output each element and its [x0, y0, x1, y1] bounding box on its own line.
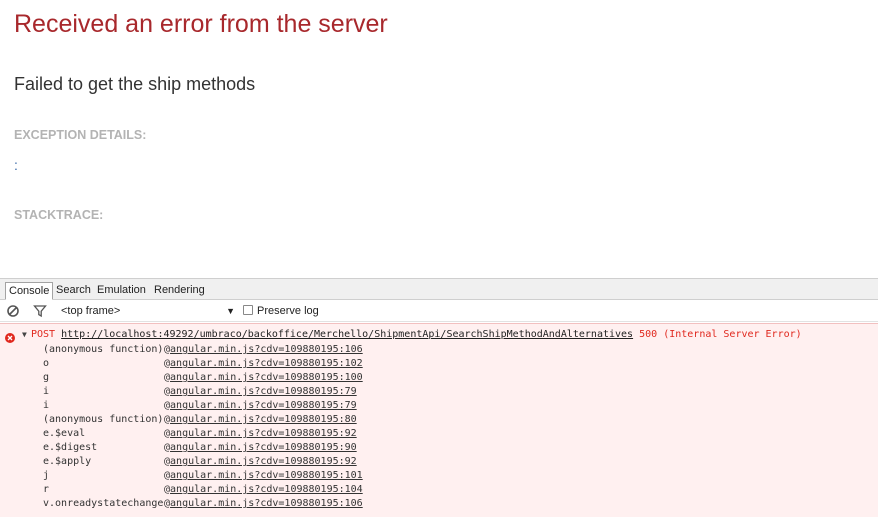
trace-location: @angular.min.js?cdv=109880195:100: [164, 372, 363, 383]
trace-row: r @angular.min.js?cdv=109880195:104: [0, 483, 878, 497]
trace-row: i @angular.min.js?cdv=109880195:79: [0, 399, 878, 413]
preserve-log-label[interactable]: Preserve log: [257, 304, 319, 318]
trace-function: (anonymous function): [43, 414, 164, 425]
dropdown-arrow-icon: ▼: [226, 306, 235, 316]
trace-row: e.$digest @angular.min.js?cdv=109880195:9…: [0, 441, 878, 455]
trace-function: o: [43, 358, 50, 369]
error-message: Failed to get the ship methods: [14, 74, 256, 94]
trace-location: @angular.min.js?cdv=109880195:101: [164, 470, 363, 481]
stacktrace-label: STACKTRACE:: [14, 208, 104, 222]
trace-location-link[interactable]: angular.min.js?cdv=109880195:79: [170, 386, 357, 397]
trace-location-link[interactable]: angular.min.js?cdv=109880195:90: [170, 442, 357, 453]
trace-location: @angular.min.js?cdv=109880195:92: [164, 428, 357, 439]
trace-location-link[interactable]: angular.min.js?cdv=109880195:92: [170, 456, 357, 467]
exception-details-value: :: [14, 157, 18, 173]
request-url-link[interactable]: http://localhost:49292/umbraco/backoffic…: [61, 329, 633, 340]
trace-location-link[interactable]: angular.min.js?cdv=109880195:102: [170, 358, 363, 369]
tab-console[interactable]: Console: [5, 282, 54, 300]
filter-icon[interactable]: [33, 304, 47, 318]
clear-console-icon[interactable]: [6, 304, 20, 318]
console-error-text: POST http://localhost:49292/umbraco/back…: [31, 328, 802, 342]
frame-select-value: <top frame>: [61, 305, 121, 317]
trace-location: @angular.min.js?cdv=109880195:106: [164, 498, 363, 509]
trace-location: @angular.min.js?cdv=109880195:92: [164, 456, 357, 467]
trace-function: r: [43, 484, 50, 495]
trace-function: e.$eval: [43, 428, 86, 439]
trace-location-link[interactable]: angular.min.js?cdv=109880195:106: [170, 344, 363, 355]
trace-function: i: [43, 386, 50, 397]
devtools-panel: Console Search Emulation Rendering <top …: [0, 278, 878, 517]
trace-location: @angular.min.js?cdv=109880195:106: [164, 344, 363, 355]
trace-location: @angular.min.js?cdv=109880195:102: [164, 358, 363, 369]
trace-row: e.$eval @angular.min.js?cdv=109880195:92: [0, 427, 878, 441]
expand-triangle-icon[interactable]: ▼: [22, 328, 27, 342]
trace-location-link[interactable]: angular.min.js?cdv=109880195:79: [170, 400, 357, 411]
tab-rendering[interactable]: Rendering: [151, 282, 208, 300]
trace-location: @angular.min.js?cdv=109880195:79: [164, 400, 357, 411]
console-toolbar: <top frame> ▼ Preserve log: [0, 300, 878, 322]
console-output: ▼ POST http://localhost:49292/umbraco/ba…: [0, 323, 878, 517]
trace-row: g @angular.min.js?cdv=109880195:100: [0, 371, 878, 385]
preserve-log-checkbox[interactable]: [243, 305, 253, 315]
trace-function: e.$digest: [43, 442, 98, 453]
trace-location-link[interactable]: angular.min.js?cdv=109880195:106: [170, 498, 363, 509]
trace-function: i: [43, 400, 50, 411]
console-error-row[interactable]: ▼ POST http://localhost:49292/umbraco/ba…: [0, 328, 878, 342]
trace-location: @angular.min.js?cdv=109880195:90: [164, 442, 357, 453]
trace-location-link[interactable]: angular.min.js?cdv=109880195:100: [170, 372, 363, 383]
exception-details-label: EXCEPTION DETAILS:: [14, 128, 147, 142]
trace-location-link[interactable]: angular.min.js?cdv=109880195:92: [170, 428, 357, 439]
trace-location: @angular.min.js?cdv=109880195:79: [164, 386, 357, 397]
trace-location: @angular.min.js?cdv=109880195:104: [164, 484, 363, 495]
trace-location-link[interactable]: angular.min.js?cdv=109880195:80: [170, 414, 357, 425]
tab-search[interactable]: Search: [53, 282, 94, 300]
frame-select[interactable]: <top frame> ▼: [61, 304, 239, 318]
request-method: POST: [31, 329, 56, 340]
trace-function: g: [43, 372, 50, 383]
request-status: 500 (Internal Server Error): [639, 329, 802, 340]
error-title: Received an error from the server: [14, 10, 388, 38]
trace-function: e.$apply: [43, 456, 92, 467]
trace-row: i @angular.min.js?cdv=109880195:79: [0, 385, 878, 399]
stack-trace: (anonymous function) @angular.min.js?cdv=…: [0, 343, 878, 517]
trace-function: v.onreadystatechange: [43, 498, 164, 509]
trace-location-link[interactable]: angular.min.js?cdv=109880195:104: [170, 484, 363, 495]
trace-location-link[interactable]: angular.min.js?cdv=109880195:101: [170, 470, 363, 481]
tab-emulation[interactable]: Emulation: [94, 282, 149, 300]
trace-row: v.onreadystatechange @angular.min.js?cdv=…: [0, 497, 878, 511]
devtools-tabbar: Console Search Emulation Rendering: [0, 279, 878, 300]
trace-row: j @angular.min.js?cdv=109880195:101: [0, 469, 878, 483]
trace-function: (anonymous function): [43, 344, 164, 355]
error-page: Received an error from the server Failed…: [0, 0, 878, 278]
trace-function: j: [43, 470, 50, 481]
trace-row: e.$apply @angular.min.js?cdv=109880195:92: [0, 455, 878, 469]
trace-row: o @angular.min.js?cdv=109880195:102: [0, 357, 878, 371]
trace-row: (anonymous function) @angular.min.js?cdv=…: [0, 413, 878, 427]
trace-location: @angular.min.js?cdv=109880195:80: [164, 414, 357, 425]
trace-row: (anonymous function) @angular.min.js?cdv=…: [0, 343, 878, 357]
